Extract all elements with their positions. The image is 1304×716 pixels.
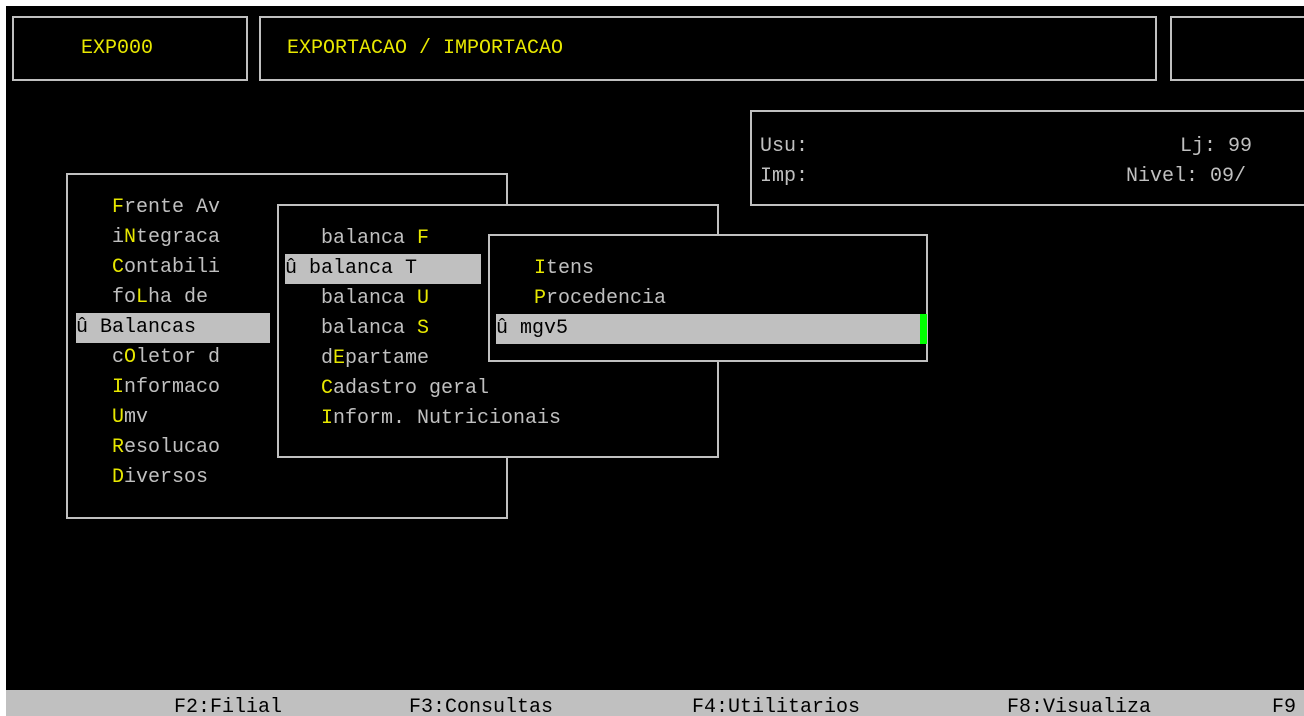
balancas-menu-item[interactable]: balanca F (321, 224, 429, 254)
program-code-box: EXP000 (12, 16, 248, 81)
f3-consultas-key[interactable]: F3:Consultas (409, 693, 553, 716)
store-label: Lj: 99 (1180, 135, 1253, 158)
balanca-t-menu-item-selected[interactable]: û mgv5 (496, 314, 920, 344)
printer-label: Imp: (760, 165, 809, 188)
balanca-t-menu-item[interactable]: Procedencia (534, 284, 666, 314)
terminal-screen: EXP000 EXPORTACAO / IMPORTACAO Usu: Imp:… (6, 6, 1304, 716)
title-box: EXPORTACAO / IMPORTACAO (259, 16, 1157, 81)
main-menu-item[interactable]: Informaco (112, 373, 220, 403)
level-label: Nivel: 09/ (1126, 165, 1247, 188)
main-menu-item[interactable]: Contabili (112, 253, 220, 283)
balancas-menu-item[interactable]: balanca S (321, 314, 429, 344)
main-menu-item[interactable]: Diversos (112, 463, 208, 493)
main-menu-item[interactable]: Umv (112, 403, 148, 433)
balancas-menu-item-selected[interactable]: û balanca T (285, 254, 481, 284)
f2-filial-key[interactable]: F2:Filial (174, 693, 282, 716)
main-menu-item[interactable]: Resolucao (112, 433, 220, 463)
main-menu-item[interactable]: iNtegraca (112, 223, 220, 253)
f4-utilitarios-key[interactable]: F4:Utilitarios (692, 693, 860, 716)
function-key-bar: F2:Filial F3:Consultas F4:Utilitarios F8… (6, 690, 1304, 716)
corner-box (1170, 16, 1304, 81)
balanca-t-submenu-panel: Itens Procedencia û mgv5 (488, 234, 928, 362)
main-menu-item[interactable]: foLha de (112, 283, 208, 313)
program-code: EXP000 (81, 37, 154, 60)
balancas-menu-item[interactable]: balanca U (321, 284, 429, 314)
main-menu-item-selected[interactable]: û Balancas (76, 313, 270, 343)
main-menu-item[interactable]: cOletor d (112, 343, 220, 373)
balancas-menu-item[interactable]: Cadastro geral (321, 374, 489, 404)
f9-key[interactable]: F9 (1272, 693, 1296, 716)
text-cursor (920, 314, 927, 344)
balancas-menu-item[interactable]: Inform. Nutricionais (321, 404, 561, 434)
balancas-menu-item[interactable]: dEpartame (321, 344, 429, 374)
balanca-t-menu-item[interactable]: Itens (534, 254, 594, 284)
program-title: EXPORTACAO / IMPORTACAO (287, 37, 564, 60)
f8-visualiza-key[interactable]: F8:Visualiza (1007, 693, 1151, 716)
main-menu-item[interactable]: Frente Av (112, 193, 220, 223)
user-label: Usu: (760, 135, 809, 158)
session-info-box: Usu: Imp: Lj: 99 Nivel: 09/ (750, 110, 1304, 206)
